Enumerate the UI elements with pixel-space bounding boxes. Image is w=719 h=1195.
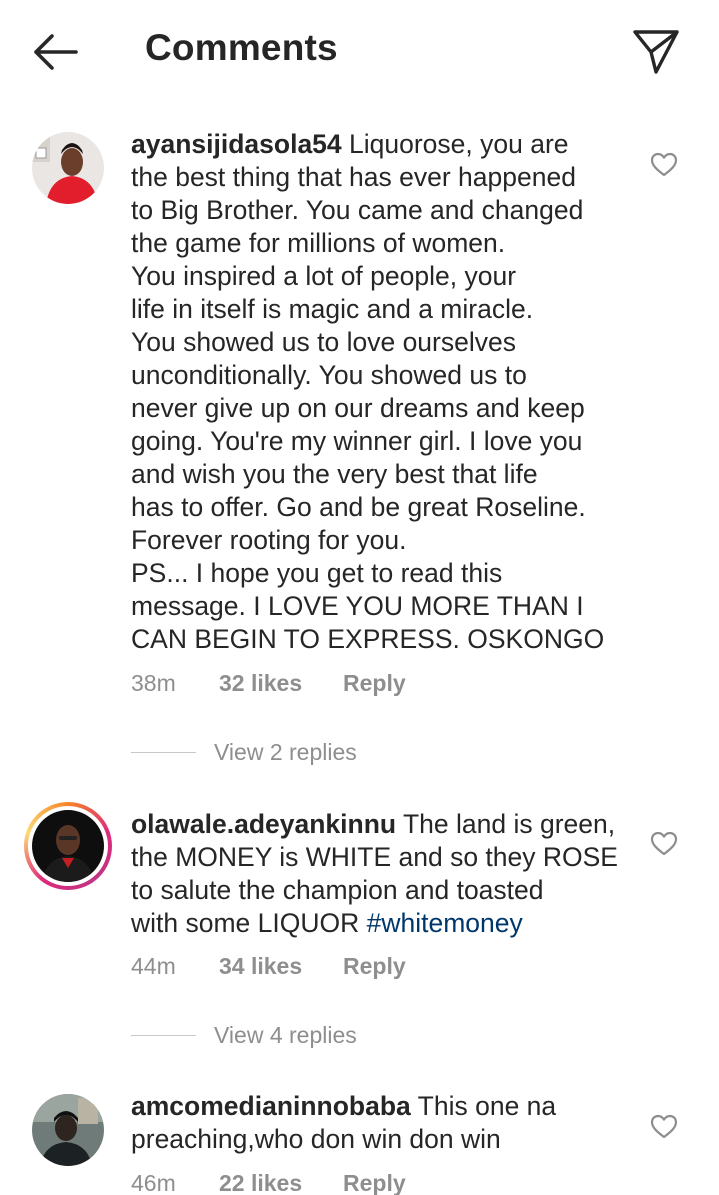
- comment-line: to salute the champion and toasted: [131, 875, 544, 905]
- comment-line: life in itself is magic and a miracle.: [131, 294, 534, 324]
- comment-meta: 44m 34 likes Reply: [131, 953, 406, 980]
- likes-count[interactable]: 22 likes: [219, 1170, 343, 1195]
- comment-username[interactable]: ayansijidasola54: [131, 129, 342, 159]
- comment-text: ayansijidasola54 Liquorose, you are the …: [131, 128, 631, 656]
- reply-button[interactable]: Reply: [343, 953, 406, 980]
- comment-line: Forever rooting for you.: [131, 525, 407, 555]
- header-bar: Comments: [0, 0, 719, 100]
- comment-meta: 46m 22 likes Reply: [131, 1170, 406, 1195]
- comment-username[interactable]: amcomedianinnobaba: [131, 1091, 411, 1121]
- comment-line: Liquorose, you are: [341, 129, 569, 159]
- avatar-photo: [32, 1094, 104, 1166]
- comment-line: the best thing that has ever happened: [131, 162, 576, 192]
- arrow-left-icon: [34, 34, 78, 70]
- comment-line: to Big Brother. You came and changed: [131, 195, 584, 225]
- page-title: Comments: [145, 27, 338, 68]
- comment-meta: 38m 32 likes Reply: [131, 670, 406, 697]
- avatar: [32, 810, 104, 882]
- comment-line: CAN BEGIN TO EXPRESS. OSKONGO: [131, 624, 605, 654]
- comment-username[interactable]: olawale.adeyankinnu: [131, 809, 396, 839]
- likes-count[interactable]: 32 likes: [219, 670, 343, 697]
- avatar[interactable]: [32, 1094, 104, 1166]
- comment-line: with some LIQUOR: [131, 908, 367, 938]
- comment-line: the MONEY is WHITE and so they ROSE: [131, 842, 618, 872]
- paper-plane-icon: [633, 30, 679, 74]
- avatar[interactable]: [32, 132, 104, 204]
- back-button[interactable]: [28, 28, 84, 76]
- comment-line: and wish you the very best that life: [131, 459, 538, 489]
- comment-time: 38m: [131, 670, 176, 696]
- like-button[interactable]: [650, 1114, 678, 1140]
- view-replies-button[interactable]: View 2 replies: [131, 739, 357, 766]
- reply-button[interactable]: Reply: [343, 670, 406, 697]
- comment-time: 46m: [131, 1170, 176, 1195]
- likes-count[interactable]: 34 likes: [219, 953, 343, 980]
- comment-line: message. I LOVE YOU MORE THAN I: [131, 591, 584, 621]
- reply-button[interactable]: Reply: [343, 1170, 406, 1195]
- view-replies-label: View 4 replies: [214, 1022, 357, 1048]
- avatar-photo: [32, 132, 104, 204]
- comment-line: going. You're my winner girl. I love you: [131, 426, 583, 456]
- comment-text: amcomedianinnobaba This one na preaching…: [131, 1090, 631, 1156]
- view-replies-button[interactable]: View 4 replies: [131, 1022, 357, 1049]
- heart-icon: [650, 1114, 678, 1139]
- comment-line: You showed us to love ourselves: [131, 327, 516, 357]
- story-ring[interactable]: [24, 802, 112, 890]
- share-button[interactable]: [630, 26, 682, 76]
- like-button[interactable]: [650, 831, 678, 857]
- comment-text: olawale.adeyankinnu The land is green, t…: [131, 808, 631, 940]
- heart-icon: [650, 152, 678, 177]
- comment-line: preaching,who don win don win: [131, 1124, 501, 1154]
- like-button[interactable]: [650, 152, 678, 178]
- view-replies-label: View 2 replies: [214, 739, 357, 765]
- comment-line: The land is green,: [396, 809, 616, 839]
- comment-line: unconditionally. You showed us to: [131, 360, 527, 390]
- avatar-photo: [32, 810, 104, 882]
- comment-line: never give up on our dreams and keep: [131, 393, 585, 423]
- hashtag-link[interactable]: #whitemoney: [367, 908, 523, 938]
- divider-line: [131, 1034, 196, 1037]
- comment-line: You inspired a lot of people, your: [131, 261, 517, 291]
- comment-line: This one na: [410, 1091, 557, 1121]
- divider-line: [131, 751, 196, 754]
- comment-line: PS... I hope you get to read this: [131, 558, 503, 588]
- comment-line: has to offer. Go and be great Roseline.: [131, 492, 586, 522]
- comment-line: the game for millions of women.: [131, 228, 506, 258]
- heart-icon: [650, 831, 678, 856]
- comment-time: 44m: [131, 953, 176, 979]
